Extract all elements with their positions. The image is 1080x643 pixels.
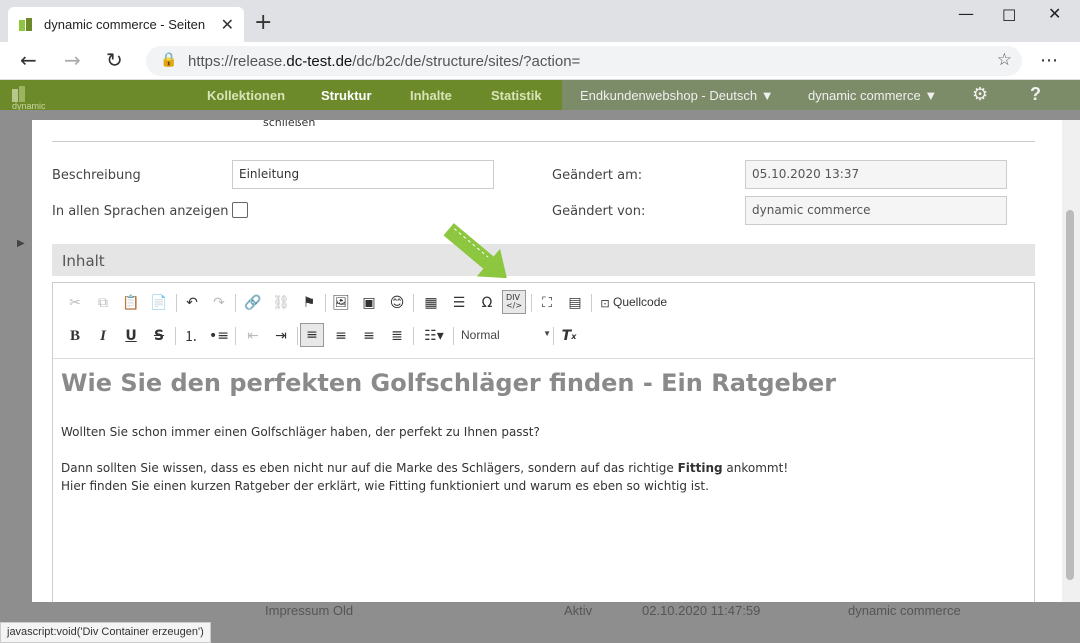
browser-menu-icon[interactable]: ⋯: [1040, 50, 1058, 71]
bg-row-name: Impressum Old: [265, 603, 354, 618]
reload-icon[interactable]: ↻: [106, 50, 123, 70]
lock-icon: 🔒: [160, 52, 178, 68]
strikethrough-icon[interactable]: S: [147, 324, 171, 348]
bg-row-user: dynamic commerce: [848, 603, 961, 618]
changed-by-field: dynamic commerce: [745, 196, 1007, 225]
tab-close-icon[interactable]: ✕: [221, 15, 234, 34]
description-input[interactable]: Einleitung: [232, 160, 494, 189]
all-languages-checkbox[interactable]: [232, 202, 248, 218]
description-label: Beschreibung: [52, 168, 141, 183]
unlink-icon[interactable]: ⛓: [269, 291, 293, 315]
bullet-list-icon[interactable]: •≡: [207, 324, 231, 348]
copy-icon[interactable]: ⧉: [91, 291, 115, 315]
all-languages-label: In allen Sprachen anzeigen: [52, 204, 229, 219]
editor-content[interactable]: Wie Sie den perfekten Golfschläger finde…: [61, 369, 1021, 495]
url-field[interactable]: 🔒 https://release.dc-test.de/dc/b2c/de/s…: [146, 46, 1022, 76]
paste-icon[interactable]: 📋: [119, 291, 143, 315]
close-link[interactable]: schließen: [263, 120, 315, 129]
justify-icon[interactable]: ≣: [385, 324, 409, 348]
expand-arrow-icon: ▶: [17, 238, 25, 249]
editor-toolbar: ✂ ⧉ 📋 📄 ↶ ↷ 🔗 ⛓ ⚑ 🖼 ▣ 😊 ▦ ☰ Ω DIV </> ⛶ ▤…: [53, 283, 1034, 359]
tab-title: dynamic commerce - Seiten: [44, 17, 206, 32]
smiley-icon[interactable]: 😊: [385, 291, 409, 315]
show-blocks-icon[interactable]: ▤: [563, 291, 587, 315]
edit-site-modal: schließen Beschreibung Einleitung In all…: [32, 120, 1062, 602]
nav-struktur[interactable]: Struktur: [321, 88, 372, 103]
rich-text-editor: ✂ ⧉ 📋 📄 ↶ ↷ 🔗 ⛓ ⚑ 🖼 ▣ 😊 ▦ ☰ Ω DIV </> ⛶ ▤…: [52, 282, 1035, 602]
user-selector[interactable]: dynamic commerce ▼: [808, 88, 937, 103]
redo-icon[interactable]: ↷: [207, 291, 231, 315]
underline-icon[interactable]: U: [119, 324, 143, 348]
url-text: https://release.dc-test.de/dc/b2c/de/str…: [188, 53, 581, 70]
undo-icon[interactable]: ↶: [180, 291, 204, 315]
logo-icon: [12, 86, 25, 102]
italic-icon[interactable]: I: [91, 324, 115, 348]
source-code-button[interactable]: Quellcode: [613, 295, 667, 309]
maximize-editor-icon[interactable]: ⛶: [535, 291, 559, 315]
changed-at-field: 05.10.2020 13:37: [745, 160, 1007, 189]
anchor-flag-icon[interactable]: ⚑: [297, 291, 321, 315]
content-section-title: Inhalt: [52, 244, 1035, 276]
shop-selector[interactable]: Endkundenwebshop - Deutsch ▼: [580, 88, 774, 103]
align-center-icon[interactable]: ≡: [329, 324, 353, 348]
remove-format-icon[interactable]: Tx: [557, 324, 581, 348]
pointer-arrow-icon: [443, 223, 507, 279]
cut-icon[interactable]: ✂: [63, 291, 87, 315]
header-right: Endkundenwebshop - Deutsch ▼ dynamic com…: [562, 80, 1080, 110]
special-char-icon[interactable]: Ω: [475, 291, 499, 315]
bold-icon[interactable]: B: [63, 324, 87, 348]
chevron-down-icon: ▼: [543, 329, 551, 338]
nav-statistik[interactable]: Statistik: [491, 88, 542, 103]
table-icon[interactable]: ▦: [419, 291, 443, 315]
nav-kollektionen[interactable]: Kollektionen: [207, 88, 285, 103]
address-bar: ← → ↻ 🔒 https://release.dc-test.de/dc/b2…: [0, 42, 1080, 80]
forward-icon[interactable]: →: [64, 50, 81, 70]
outdent-icon[interactable]: ⇤: [241, 324, 265, 348]
horizontal-line-icon[interactable]: ☰: [447, 291, 471, 315]
minimize-icon[interactable]: —: [958, 4, 974, 23]
media-icon[interactable]: ▣: [357, 291, 381, 315]
modal-scrollbar[interactable]: [1062, 120, 1080, 602]
back-icon[interactable]: ←: [20, 50, 37, 70]
app-header: dynamic commerce Kollektionen Struktur I…: [0, 80, 1080, 120]
settings-gear-icon[interactable]: ⚙: [972, 84, 988, 105]
chevron-down-icon: ▼: [760, 88, 774, 103]
close-window-icon[interactable]: ✕: [1048, 4, 1061, 23]
changed-at-label: Geändert am:: [552, 168, 643, 183]
content-paragraph-2: Dann sollten Sie wissen, dass es eben ni…: [61, 461, 789, 493]
bg-row-date: 02.10.2020 11:47:59: [642, 603, 761, 618]
new-tab-icon[interactable]: +: [254, 12, 272, 34]
browser-tab[interactable]: dynamic commerce - Seiten ✕: [8, 7, 244, 42]
paste-text-icon[interactable]: 📄: [147, 291, 171, 315]
content-paragraph-1: Wollten Sie schon immer einen Golfschläg…: [61, 425, 540, 439]
image-icon[interactable]: 🖼: [329, 291, 353, 315]
indent-icon[interactable]: ⇥: [269, 324, 293, 348]
chevron-down-icon: ▼: [924, 88, 938, 103]
align-right-icon[interactable]: ≡: [357, 324, 381, 348]
bg-row-status: Aktiv: [564, 603, 593, 618]
status-bar-link: javascript:void('Div Container erzeugen'…: [0, 622, 211, 643]
favorite-star-icon[interactable]: ☆: [997, 50, 1012, 70]
dc-favicon-icon: [19, 17, 32, 31]
maximize-icon[interactable]: ☐: [1002, 6, 1016, 25]
numbered-list-icon[interactable]: ⒈: [179, 324, 203, 348]
nav-inhalte[interactable]: Inhalte: [410, 88, 452, 103]
link-icon[interactable]: 🔗: [241, 291, 265, 315]
divider: [52, 141, 1035, 142]
format-select[interactable]: Normal ▼: [461, 324, 551, 348]
div-container-icon[interactable]: DIV </>: [502, 290, 526, 314]
browser-tabbar: dynamic commerce - Seiten ✕ + — ☐ ✕: [0, 0, 1080, 42]
help-icon[interactable]: ?: [1030, 84, 1041, 105]
paragraph-style-icon[interactable]: ☷▾: [419, 324, 449, 348]
content-heading: Wie Sie den perfekten Golfschläger finde…: [61, 369, 837, 397]
align-left-icon[interactable]: ≡: [300, 323, 324, 347]
changed-by-label: Geändert von:: [552, 204, 646, 219]
